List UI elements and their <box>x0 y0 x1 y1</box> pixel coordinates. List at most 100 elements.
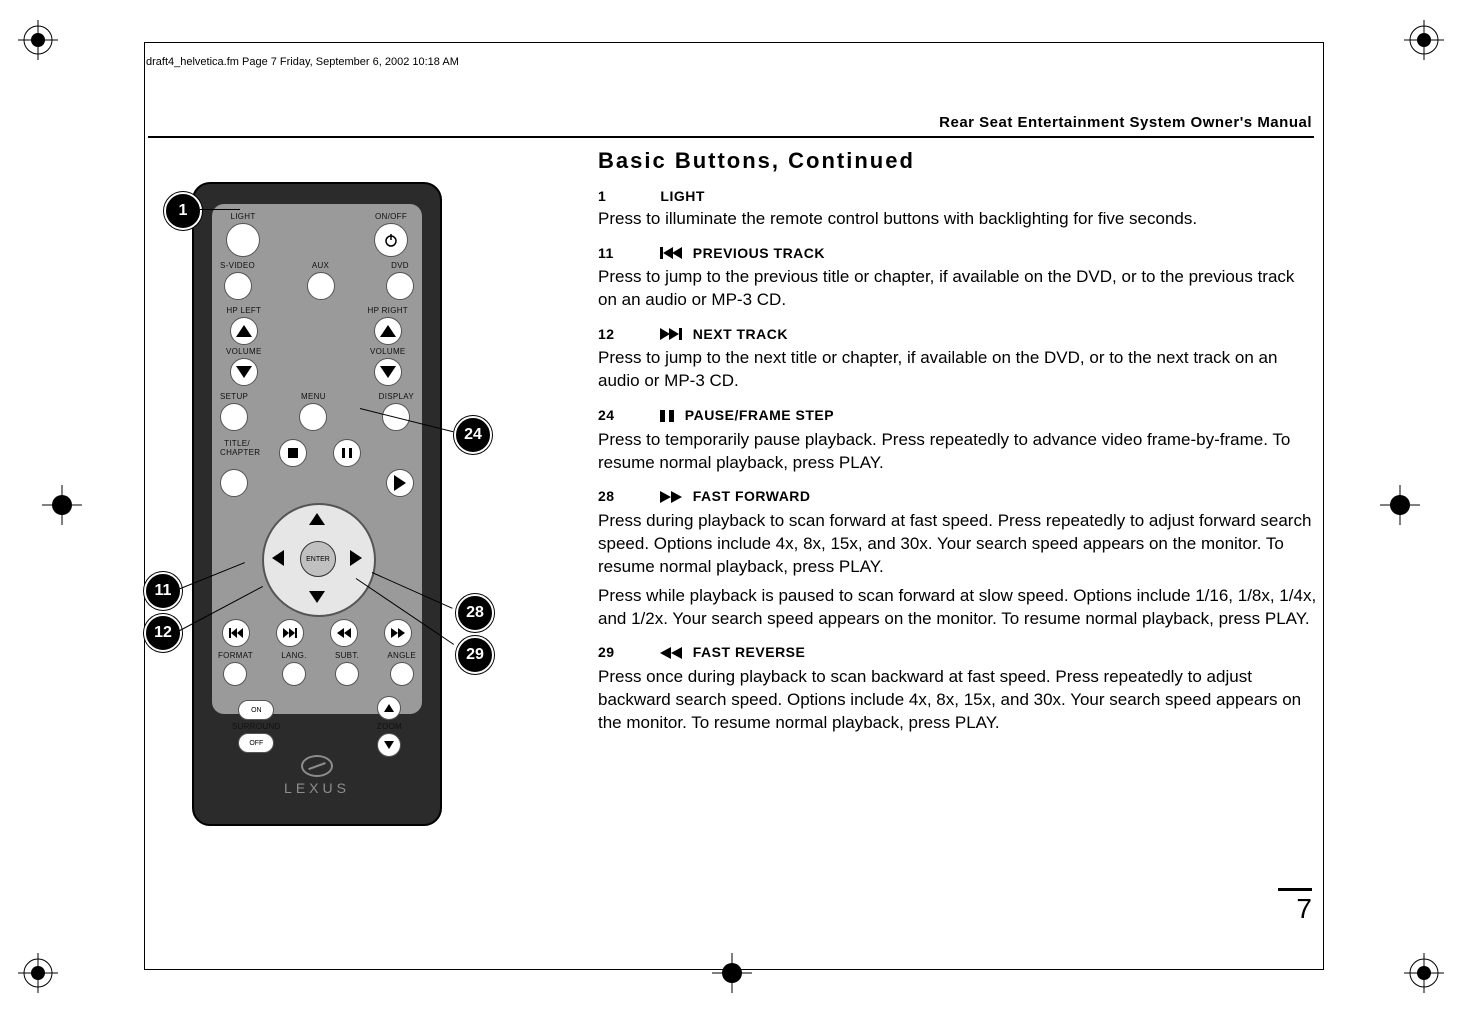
format-button[interactable] <box>223 662 247 686</box>
label-volume-r: VOLUME <box>370 347 406 356</box>
hp-left-up-button[interactable] <box>230 317 258 345</box>
aux-button[interactable] <box>307 272 335 300</box>
dpad-down-button[interactable] <box>309 591 325 603</box>
play-icon <box>394 475 406 491</box>
remote-body: LIGHT ON/OFF S-VIDEO AUX DVD HP LEFT VOL… <box>192 182 442 826</box>
pause-icon <box>660 409 674 425</box>
section-title: FAST FORWARD <box>693 488 811 504</box>
section-title: PAUSE/FRAME STEP <box>685 407 834 423</box>
previous-track-icon <box>660 246 682 262</box>
triangle-up-icon <box>236 325 252 337</box>
dpad-right-button[interactable] <box>350 550 362 566</box>
label-dvd: DVD <box>391 261 409 270</box>
menu-button[interactable] <box>299 403 327 431</box>
section-title: LIGHT <box>660 188 705 204</box>
section-12-label: 12 NEXT TRACK <box>598 326 1318 343</box>
pause-button[interactable] <box>333 439 361 467</box>
section-11-body: Press to jump to the previous title or c… <box>598 266 1318 312</box>
play-button[interactable] <box>386 469 414 497</box>
surround-off-button[interactable]: OFF <box>238 733 274 753</box>
next-track-button[interactable] <box>276 619 304 647</box>
angle-button[interactable] <box>390 662 414 686</box>
hp-right-down-button[interactable] <box>374 358 402 386</box>
remote-face: LIGHT ON/OFF S-VIDEO AUX DVD HP LEFT VOL… <box>212 204 422 714</box>
leader-line <box>198 209 240 210</box>
stop-button[interactable] <box>279 439 307 467</box>
prev-track-button[interactable] <box>222 619 250 647</box>
label-surround: SURROUND <box>232 722 281 731</box>
subt-button[interactable] <box>335 662 359 686</box>
pause-icon <box>342 448 352 458</box>
previous-track-icon <box>229 628 243 638</box>
section-number: 28 <box>598 488 656 504</box>
page-number: 7 <box>1278 888 1312 925</box>
running-head: Rear Seat Entertainment System Owner's M… <box>939 114 1312 131</box>
label-zoom: ZOOM <box>377 722 402 731</box>
header-rule <box>148 136 1314 138</box>
power-icon <box>384 233 398 247</box>
section-1-label: 1 LIGHT <box>598 188 1318 204</box>
title-chapter-button[interactable] <box>220 469 248 497</box>
section-24-label: 24 PAUSE/FRAME STEP <box>598 407 1318 424</box>
lexus-emblem-icon <box>301 755 333 777</box>
label-svideo: S-VIDEO <box>220 261 255 270</box>
dpad-up-button[interactable] <box>309 513 325 525</box>
section-number: 12 <box>598 326 656 342</box>
lang-button[interactable] <box>282 662 306 686</box>
section-number: 29 <box>598 644 656 660</box>
enter-button[interactable]: ENTER <box>300 541 336 577</box>
dpad-left-button[interactable] <box>272 550 284 566</box>
fast-reverse-icon <box>660 646 682 662</box>
label-enter: ENTER <box>306 556 330 563</box>
fast-forward-icon <box>660 490 682 506</box>
label-off: OFF <box>249 740 263 747</box>
section-title: FAST REVERSE <box>693 644 806 660</box>
section-11-label: 11 PREVIOUS TRACK <box>598 245 1318 262</box>
zoom-up-button[interactable] <box>377 696 401 720</box>
fast-reverse-button[interactable] <box>330 619 358 647</box>
label-on: ON <box>251 707 262 714</box>
text-column: Basic Buttons, Continued 1 LIGHT Press t… <box>598 148 1318 741</box>
fast-forward-icon <box>391 628 405 638</box>
power-button[interactable] <box>374 223 408 257</box>
hp-right-up-button[interactable] <box>374 317 402 345</box>
dpad: ENTER <box>262 503 372 613</box>
callout-12: 12 <box>144 614 182 652</box>
registration-mark-icon <box>1404 20 1444 60</box>
section-title: PREVIOUS TRACK <box>693 245 825 261</box>
callout-11: 11 <box>144 572 182 610</box>
svideo-button[interactable] <box>224 272 252 300</box>
label-volume-l: VOLUME <box>226 347 262 356</box>
label-hpleft: HP LEFT <box>226 306 261 315</box>
section-28-label: 28 FAST FORWARD <box>598 488 1318 505</box>
dvd-button[interactable] <box>386 272 414 300</box>
section-24-body: Press to temporarily pause playback. Pre… <box>598 429 1318 475</box>
callout-24: 24 <box>454 416 492 454</box>
label-setup: SETUP <box>220 392 248 401</box>
section-28-body1: Press during playback to scan forward at… <box>598 510 1318 579</box>
registration-mark-icon <box>1404 953 1444 993</box>
label-lang: LANG. <box>281 651 307 660</box>
hp-left-down-button[interactable] <box>230 358 258 386</box>
triangle-up-icon <box>380 325 396 337</box>
surround-on-button[interactable]: ON <box>238 700 274 720</box>
label-onoff: ON/OFF <box>375 212 407 221</box>
crop-target-icon <box>712 953 752 993</box>
section-28-body2: Press while playback is paused to scan f… <box>598 585 1318 631</box>
light-button[interactable] <box>226 223 260 257</box>
brand-text: LEXUS <box>284 780 350 796</box>
crop-target-icon <box>42 485 82 525</box>
zoom-down-button[interactable] <box>377 733 401 757</box>
fast-forward-button[interactable] <box>384 619 412 647</box>
triangle-up-icon <box>384 704 394 712</box>
triangle-down-icon <box>236 366 252 378</box>
print-header: draft4_helvetica.fm Page 7 Friday, Septe… <box>146 56 459 68</box>
label-display: DISPLAY <box>379 392 414 401</box>
section-29-label: 29 FAST REVERSE <box>598 644 1318 661</box>
label-aux: AUX <box>312 261 329 270</box>
callout-29: 29 <box>456 636 494 674</box>
registration-mark-icon <box>18 953 58 993</box>
label-subt: SUBT. <box>335 651 359 660</box>
setup-button[interactable] <box>220 403 248 431</box>
next-track-icon <box>283 628 297 638</box>
